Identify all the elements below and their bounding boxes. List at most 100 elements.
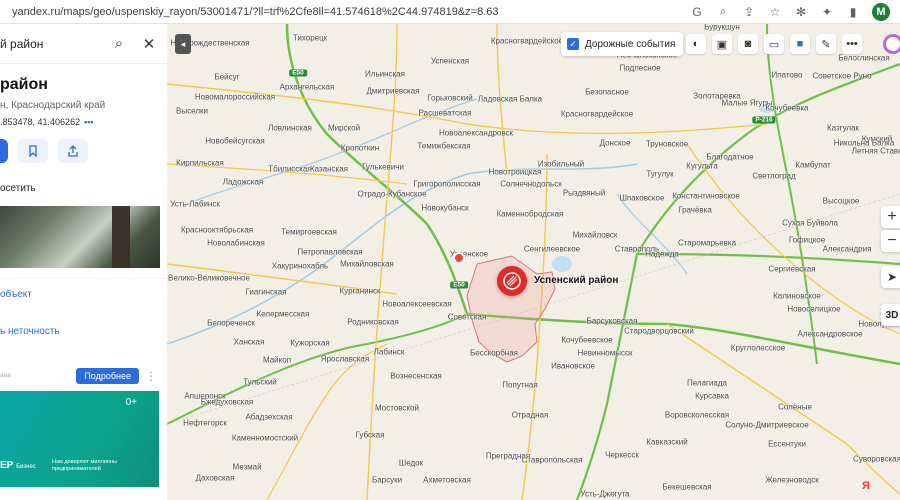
- map-place-label[interactable]: Курсавка: [695, 392, 729, 401]
- transit-icon[interactable]: ▭: [764, 34, 784, 54]
- map-place-label[interactable]: Казанская: [310, 165, 348, 174]
- map-place-label[interactable]: Александровское: [797, 330, 862, 339]
- google-icon[interactable]: G: [690, 5, 704, 19]
- map-place-label[interactable]: Григорополисская: [413, 180, 480, 189]
- map-place-label[interactable]: Безопасное: [585, 88, 629, 97]
- map-place-label[interactable]: Каменномостский: [232, 434, 298, 443]
- map-place-label[interactable]: Лабинск: [374, 348, 405, 357]
- map-place-label[interactable]: Рыздвяный: [563, 189, 605, 198]
- map-place-label[interactable]: Новолабинская: [207, 239, 265, 248]
- map-place-label[interactable]: Дмитриевская: [366, 87, 419, 96]
- map-place-label[interactable]: Бжедуховская: [201, 398, 254, 407]
- map-place-label[interactable]: Подлесное: [619, 64, 660, 73]
- map-place-label[interactable]: Солёные: [778, 403, 812, 412]
- map-place-label[interactable]: Ильинская: [365, 70, 405, 79]
- profile-avatar[interactable]: M: [872, 2, 890, 21]
- sidebar-icon[interactable]: ▮: [846, 5, 860, 19]
- map-place-label[interactable]: Советское Руно: [812, 72, 871, 81]
- map-place-label[interactable]: Краснооктябрьская: [181, 226, 253, 235]
- map-place-label[interactable]: Бейсуг: [214, 73, 239, 82]
- map-place-label[interactable]: Сенгилеевское: [524, 245, 580, 254]
- map-place-label[interactable]: Петропавловская: [297, 248, 362, 257]
- map-place-label[interactable]: Усть-Лабинск: [170, 200, 220, 209]
- zoom-out-button[interactable]: −: [881, 230, 900, 252]
- map-place-label[interactable]: Новомалороссийская: [195, 93, 275, 102]
- map-place-label[interactable]: Тихорецк: [293, 34, 327, 43]
- map-place-label[interactable]: Архангельская: [280, 83, 335, 92]
- map-place-label[interactable]: Солуно-Дмитриевское: [725, 421, 808, 430]
- map-place-label[interactable]: Ярославская: [321, 355, 369, 364]
- place-photo[interactable]: [0, 206, 160, 268]
- bookmark-star-icon[interactable]: ☆: [768, 5, 782, 19]
- map-place-label[interactable]: Казгулак: [827, 124, 859, 133]
- zoom-in-button[interactable]: +: [881, 206, 900, 228]
- map-place-label[interactable]: Кочубеевское: [561, 336, 612, 345]
- puzzle-icon[interactable]: ✦: [820, 5, 834, 19]
- map-place-label[interactable]: Келермесская: [257, 310, 310, 319]
- place-label[interactable]: Успенский район: [534, 275, 618, 286]
- place-pin[interactable]: [497, 266, 527, 296]
- map-place-label[interactable]: Красногвардейское: [561, 110, 633, 119]
- map-place-label[interactable]: Кугульта: [686, 162, 718, 171]
- map-place-label[interactable]: Бесскорбная: [470, 349, 518, 358]
- map-place-label[interactable]: Невинномысск: [578, 349, 633, 358]
- map-place-label[interactable]: Отрадо-Кубанское: [357, 190, 426, 199]
- map-canvas[interactable]: E50 E50 P-216 Тихорецк Красногвардейское Б…: [167, 24, 900, 500]
- map-place-label[interactable]: Даховская: [196, 474, 235, 483]
- map-place-label[interactable]: Ставропольская: [522, 456, 583, 465]
- layers-icon[interactable]: ◐: [686, 34, 706, 54]
- map-place-label[interactable]: Губская: [356, 431, 385, 440]
- map-place-label[interactable]: Черкесск: [605, 451, 639, 460]
- map-place-label[interactable]: Преградная: [486, 452, 530, 461]
- map-place-label[interactable]: Калиновское: [773, 292, 821, 301]
- map-place-label[interactable]: Белореченск: [207, 319, 255, 328]
- map-place-label[interactable]: Высоцкое: [823, 197, 860, 206]
- map-place-label[interactable]: Новоселицкое: [787, 305, 840, 314]
- map-place-label[interactable]: Гулькевичи: [362, 163, 404, 172]
- map-place-label[interactable]: Солнечнодольск: [500, 180, 561, 189]
- locate-me-icon[interactable]: ➤: [881, 266, 900, 288]
- map-place-label[interactable]: Попутная: [502, 381, 537, 390]
- map-place-label[interactable]: Майкоп: [263, 356, 291, 365]
- map-place-label[interactable]: Бекешевская: [662, 483, 711, 492]
- map-place-label[interactable]: Кужорская: [290, 339, 329, 348]
- map-place-label[interactable]: Светлоград: [752, 172, 795, 181]
- map-place-label[interactable]: Тбилисская: [268, 165, 312, 174]
- map-place-label[interactable]: Круглолесское: [731, 344, 785, 353]
- map-place-label[interactable]: Гофицкое: [789, 236, 825, 245]
- map-place-label[interactable]: Железноводск: [765, 476, 819, 485]
- map-place-label[interactable]: Ахметовская: [423, 476, 471, 485]
- map-place-label[interactable]: Ладовская Балка: [478, 95, 542, 104]
- map-place-label[interactable]: Горьковский: [427, 94, 473, 103]
- map-place-label[interactable]: Новокубанск: [421, 204, 468, 213]
- user-avatar[interactable]: [883, 34, 900, 54]
- map-place-label[interactable]: Курганинск: [339, 287, 380, 296]
- map-place-label[interactable]: Донское: [600, 139, 631, 148]
- map-place-label[interactable]: Мостовской: [375, 404, 419, 413]
- map-place-label[interactable]: Благодатное: [706, 153, 753, 162]
- collapse-sidebar-button[interactable]: ◂: [175, 34, 191, 54]
- ad-menu-icon[interactable]: ⋮: [145, 369, 157, 383]
- map-place-label[interactable]: Кирпильская: [176, 159, 224, 168]
- map-place-label[interactable]: Расшеватская: [419, 109, 472, 118]
- map-place-label[interactable]: Камбулат: [795, 161, 830, 170]
- map-place-label[interactable]: Михайловск: [573, 231, 618, 240]
- share-button[interactable]: [58, 139, 88, 163]
- traffic-toggle[interactable]: ✓ Дорожные события: [561, 32, 684, 56]
- map-place-label[interactable]: Шедок: [399, 459, 423, 468]
- map-place-label[interactable]: Летняя Ставка: [852, 147, 900, 156]
- panorama-icon[interactable]: ▣: [712, 34, 732, 54]
- map-place-label[interactable]: Велико-Великовечное: [168, 274, 250, 283]
- map-place-label[interactable]: Новоалександровск: [439, 129, 513, 138]
- map-place-label[interactable]: Отрадная: [512, 411, 549, 420]
- coordinates-value[interactable]: .853478, 41.406262: [0, 117, 80, 127]
- share-icon[interactable]: ⇪: [742, 5, 756, 19]
- map-place-label[interactable]: Шпаковское: [620, 194, 665, 203]
- location-marker[interactable]: [453, 252, 465, 264]
- map-place-label[interactable]: Ессентуки: [768, 440, 806, 449]
- map-place-label[interactable]: Нефтегорск: [183, 419, 227, 428]
- map-place-label[interactable]: Ловлинская: [268, 124, 312, 133]
- traffic-layer-icon[interactable]: ■: [790, 34, 810, 54]
- map-place-label[interactable]: Барсуковская: [587, 317, 638, 326]
- map-place-label[interactable]: Старомарьевка: [678, 239, 736, 248]
